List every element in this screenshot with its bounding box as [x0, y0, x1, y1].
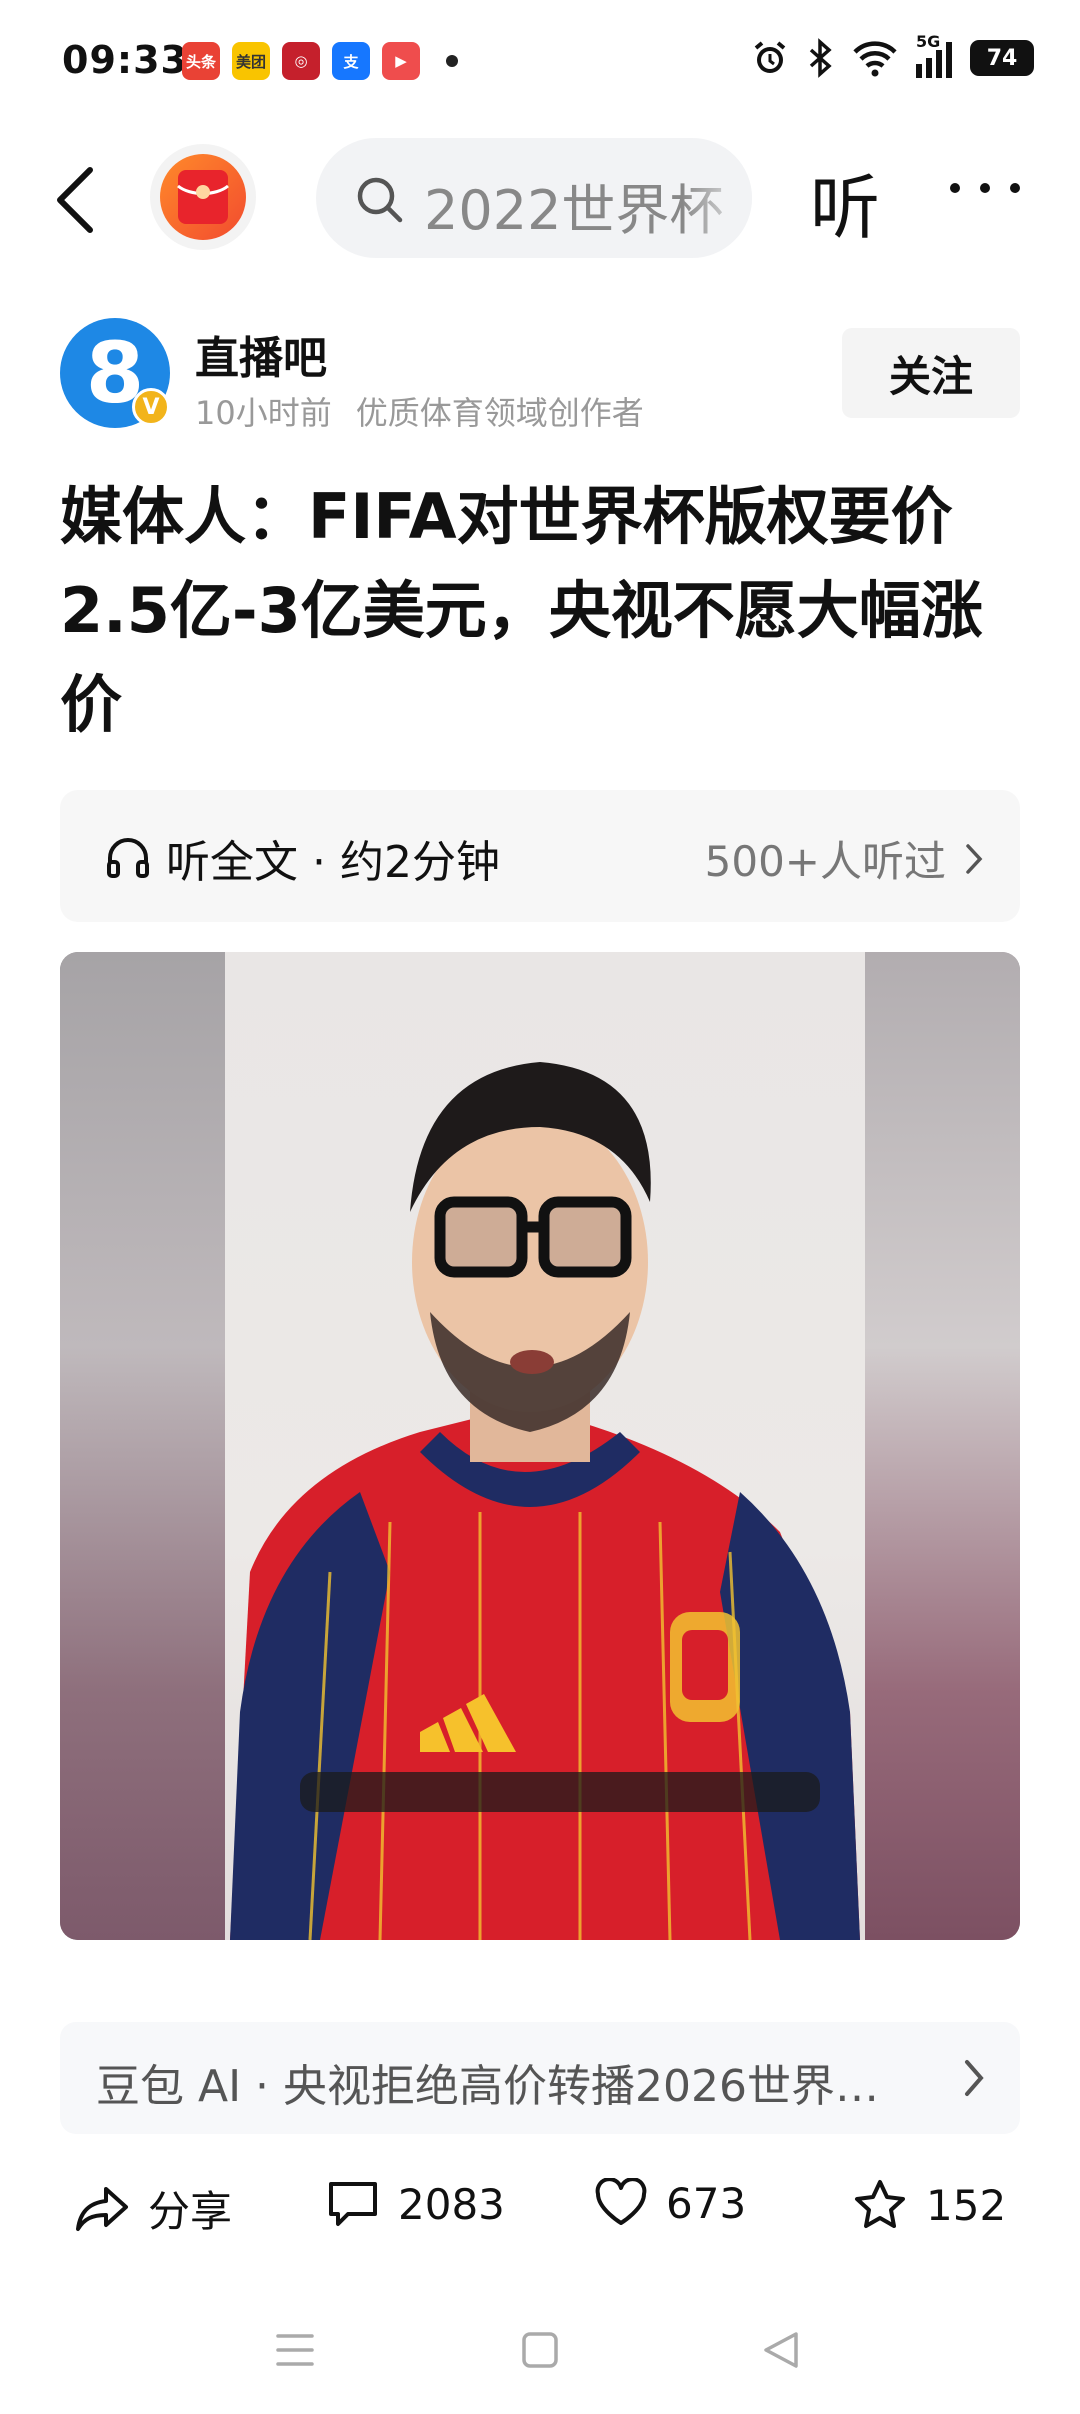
bank-app-icon: ◎	[282, 42, 320, 80]
comment-count: 2083	[398, 2179, 505, 2229]
more-options-icon[interactable]	[950, 183, 1020, 193]
like-count: 673	[666, 2178, 747, 2228]
listen-button[interactable]: 听	[810, 152, 880, 253]
notification-app-icons: 头条 美团 ◎ 支 ▶	[182, 42, 458, 80]
battery-indicator: 74	[970, 40, 1034, 76]
alarm-icon	[754, 41, 786, 73]
red-envelope-icon	[177, 170, 229, 224]
video-app-icon: ▶	[382, 42, 420, 80]
status-time: 09:33	[62, 38, 188, 82]
system-navigation-bar	[0, 2296, 1080, 2414]
favorite-count: 152	[926, 2180, 1007, 2230]
back-arrow-icon	[57, 167, 93, 233]
favorite-button[interactable]: 152	[852, 2178, 1006, 2232]
heart-icon	[595, 2178, 647, 2225]
headphones-icon	[107, 838, 149, 878]
search-box[interactable]: 2022世界杯	[316, 138, 752, 258]
top-nav: 2022世界杯 听	[0, 128, 1080, 278]
action-bar: 分享 2083 673 152	[0, 2158, 1080, 2258]
system-icons: 5G 74	[750, 32, 1034, 78]
comment-icon	[329, 2182, 377, 2226]
listen-full-text-card[interactable]: 听全文 · 约2分钟 500+人听过	[60, 790, 1020, 922]
ai-summary-card[interactable]: 豆包 AI · 央视拒绝高价转播2026世界…	[60, 2022, 1020, 2134]
alipay-app-icon: 支	[332, 42, 370, 80]
wifi-icon	[853, 41, 897, 77]
signal-icon: 5G	[916, 32, 952, 78]
red-envelope-button[interactable]	[150, 144, 256, 250]
back-button[interactable]	[48, 160, 108, 240]
toutiao-app-icon: 头条	[182, 42, 220, 80]
ai-summary-text: 豆包 AI · 央视拒绝高价转播2026世界…	[96, 2061, 879, 2112]
menu-icon[interactable]	[274, 2330, 316, 2370]
meituan-app-icon: 美团	[232, 42, 270, 80]
comment-button[interactable]: 2083	[326, 2178, 505, 2230]
article-title: 媒体人：FIFA对世界杯版权要价2.5亿-3亿美元，央视不愿大幅涨价	[60, 480, 983, 741]
author-tag: 优质体育领域创作者	[355, 394, 644, 432]
search-text: 2022世界杯	[424, 179, 724, 242]
author-name[interactable]: 直播吧	[195, 322, 327, 386]
publish-time: 10小时前	[195, 394, 332, 432]
like-button[interactable]: 673	[594, 2178, 746, 2228]
listen-count: 500+人听过	[704, 837, 946, 886]
home-icon[interactable]	[520, 2330, 560, 2370]
share-label: 分享	[148, 2187, 233, 2236]
status-bar: 09:33 头条 美团 ◎ 支 ▶ 5G 74	[0, 0, 1080, 128]
verified-badge-icon: V	[132, 388, 170, 426]
back-triangle-icon[interactable]	[760, 2330, 802, 2370]
bluetooth-icon	[809, 38, 832, 78]
author-meta: 10小时前 优质体育领域创作者	[195, 388, 644, 434]
network-label: 5G	[916, 32, 941, 51]
follow-button[interactable]: 关注	[842, 328, 1020, 418]
listen-label: 听全文 · 约2分钟	[166, 837, 500, 888]
more-notifications-dot	[446, 55, 458, 67]
video-player[interactable]	[60, 952, 1020, 1940]
share-button[interactable]: 分享	[74, 2178, 232, 2239]
chevron-right-icon	[966, 843, 983, 874]
star-icon	[855, 2180, 905, 2228]
chevron-right-icon	[965, 2060, 984, 2096]
share-icon	[76, 2186, 128, 2231]
author-row: 8 V 直播吧 10小时前 优质体育领域创作者 关注	[60, 318, 1020, 436]
search-icon	[357, 177, 403, 223]
video-thumbnail-person	[230, 1062, 860, 1940]
